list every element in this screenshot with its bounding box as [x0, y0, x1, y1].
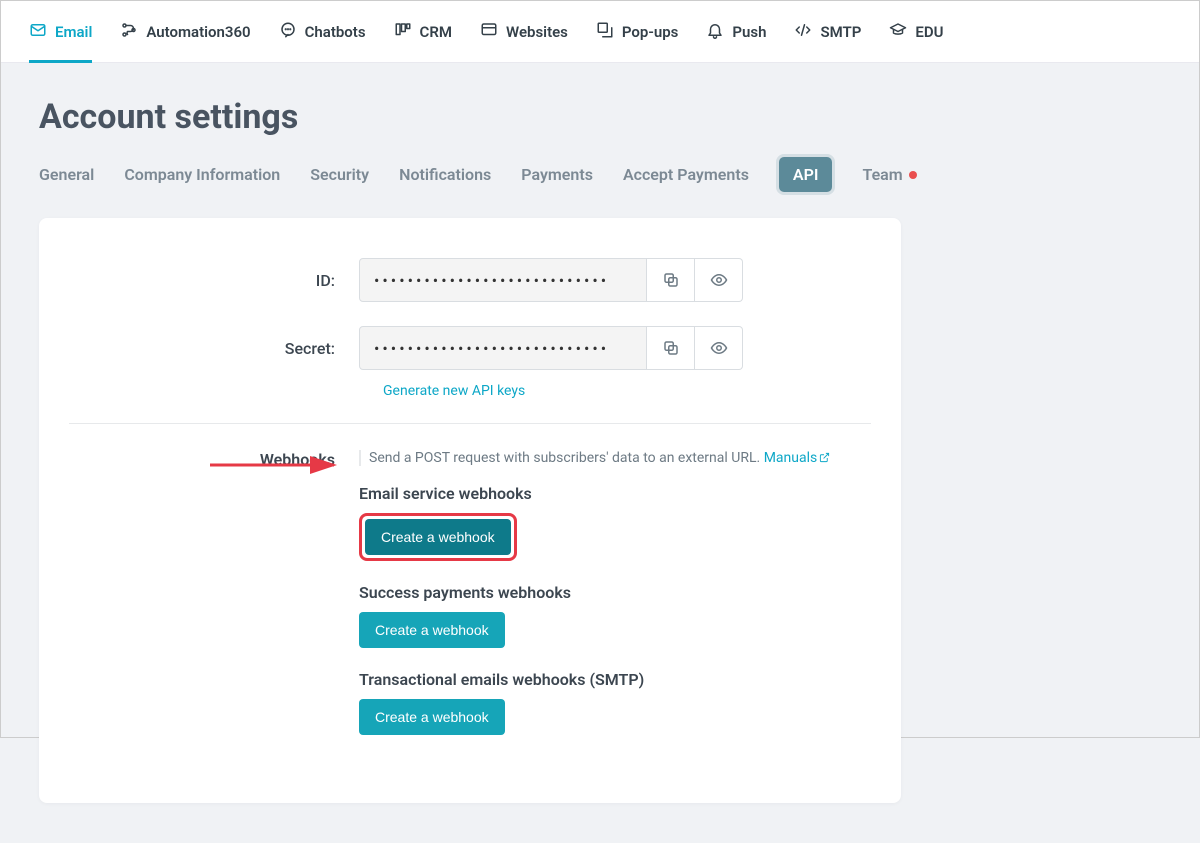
tab-company-information[interactable]: Company Information — [124, 157, 280, 192]
page-content: Account settings General Company Informat… — [1, 63, 1199, 843]
nav-label: Websites — [506, 23, 568, 41]
api-secret-field[interactable]: •••••••••••••••••••••••••••• — [359, 326, 647, 370]
tab-notifications[interactable]: Notifications — [399, 157, 491, 192]
nav-label: Email — [55, 23, 92, 41]
create-webhook-button[interactable]: Create a webhook — [359, 699, 505, 735]
eye-icon — [710, 271, 728, 289]
api-id-input-group: •••••••••••••••••••••••••••• — [359, 258, 743, 302]
api-secret-label: Secret: — [69, 339, 359, 358]
generate-keys-wrapper: Generate new API keys — [383, 380, 871, 399]
nav-push[interactable]: Push — [706, 1, 766, 62]
webhooks-body: Send a POST request with subscribers' da… — [359, 450, 871, 757]
webhooks-description-text: Send a POST request with subscribers' da… — [369, 450, 764, 466]
nav-label: Chatbots — [305, 23, 366, 41]
api-id-field[interactable]: •••••••••••••••••••••••••••• — [359, 258, 647, 302]
webhook-group: Transactional emails webhooks (SMTP) Crea… — [359, 670, 871, 757]
tab-label: Company Information — [124, 165, 280, 184]
create-webhook-button[interactable]: Create a webhook — [365, 519, 511, 555]
copy-id-button[interactable] — [647, 258, 695, 302]
tab-accept-payments[interactable]: Accept Payments — [623, 157, 749, 192]
reveal-secret-button[interactable] — [695, 326, 743, 370]
webhooks-label: Webhooks — [69, 450, 359, 757]
reveal-id-button[interactable] — [695, 258, 743, 302]
tab-label: Team — [862, 165, 902, 184]
nav-automation360[interactable]: Automation360 — [120, 1, 250, 62]
website-icon — [480, 21, 498, 43]
manuals-link[interactable]: Manuals — [764, 450, 831, 466]
nav-websites[interactable]: Websites — [480, 1, 568, 62]
api-secret-row: Secret: •••••••••••••••••••••••••••• — [69, 326, 871, 370]
nav-label: EDU — [915, 23, 943, 41]
tab-general[interactable]: General — [39, 157, 94, 192]
webhook-group: Success payments webhooks Create a webhoo… — [359, 583, 871, 670]
create-webhook-button[interactable]: Create a webhook — [359, 612, 505, 648]
tab-security[interactable]: Security — [310, 157, 369, 192]
mail-icon — [29, 21, 47, 43]
badge-dot — [909, 171, 917, 179]
api-settings-card: ID: •••••••••••••••••••••••••••• Secret:… — [39, 218, 901, 803]
nav-popups[interactable]: Pop-ups — [596, 1, 678, 62]
tab-label: Accept Payments — [623, 165, 749, 184]
tab-label: API — [793, 165, 819, 184]
settings-tabs: General Company Information Security Notifi… — [39, 157, 1161, 192]
tab-payments[interactable]: Payments — [521, 157, 593, 192]
popup-icon — [596, 21, 614, 43]
webhook-group-title: Email service webhooks — [359, 484, 871, 503]
crm-icon — [394, 21, 412, 43]
copy-secret-button[interactable] — [647, 326, 695, 370]
nav-crm[interactable]: CRM — [394, 1, 452, 62]
eye-icon — [710, 339, 728, 357]
nav-label: Push — [732, 23, 766, 41]
nav-smtp[interactable]: SMTP — [794, 1, 861, 62]
top-nav: Email Automation360 Chatbots CRM Websites Pop… — [1, 1, 1199, 63]
api-id-label: ID: — [69, 271, 359, 290]
webhooks-section: Webhooks Send a POST request with subscr… — [69, 450, 871, 757]
tab-label: Security — [310, 165, 369, 184]
divider — [69, 423, 871, 424]
copy-icon — [662, 271, 680, 289]
generate-new-api-keys-link[interactable]: Generate new API keys — [383, 383, 525, 399]
copy-icon — [662, 339, 680, 357]
nav-label: SMTP — [820, 23, 861, 41]
tab-label: General — [39, 165, 94, 184]
automation-icon — [120, 21, 138, 43]
nav-edu[interactable]: EDU — [889, 1, 943, 62]
page-title: Account settings — [39, 97, 1161, 137]
webhook-group: Email service webhooks Create a webhook — [359, 484, 871, 583]
external-link-icon — [819, 452, 830, 463]
chat-icon — [279, 21, 297, 43]
nav-label: Pop-ups — [622, 23, 678, 41]
tab-label: Payments — [521, 165, 593, 184]
bell-icon — [706, 21, 724, 43]
webhook-group-title: Transactional emails webhooks (SMTP) — [359, 670, 871, 689]
tab-team[interactable]: Team — [862, 157, 916, 192]
code-icon — [794, 21, 812, 43]
api-secret-input-group: •••••••••••••••••••••••••••• — [359, 326, 743, 370]
api-id-row: ID: •••••••••••••••••••••••••••• — [69, 258, 871, 302]
nav-email[interactable]: Email — [29, 1, 92, 62]
nav-label: Automation360 — [146, 23, 250, 41]
webhook-group-title: Success payments webhooks — [359, 583, 871, 602]
annotation-highlight: Create a webhook — [359, 513, 517, 561]
nav-label: CRM — [420, 23, 452, 41]
nav-chatbots[interactable]: Chatbots — [279, 1, 366, 62]
tab-api[interactable]: API — [779, 157, 833, 192]
edu-icon — [889, 21, 907, 43]
tab-label: Notifications — [399, 165, 491, 184]
webhooks-description: Send a POST request with subscribers' da… — [359, 450, 871, 466]
